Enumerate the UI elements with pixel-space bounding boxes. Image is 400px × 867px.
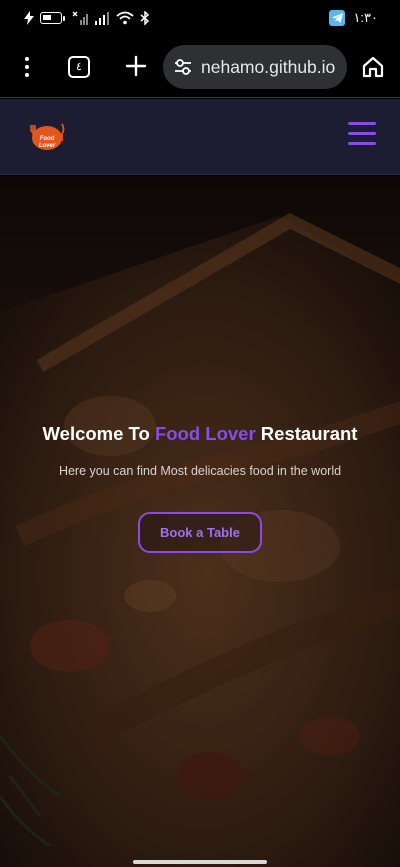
menu-dots-icon[interactable]: [14, 52, 40, 82]
browser-toolbar: ٤ nehamo.github.io: [0, 36, 400, 98]
logo[interactable]: Food Lover: [28, 119, 66, 153]
signal-icon: [94, 11, 110, 25]
url-text[interactable]: nehamo.github.io: [201, 57, 335, 78]
logo-text: Food Lover: [38, 136, 56, 149]
wifi-icon: [116, 11, 134, 25]
hamburger-menu-icon[interactable]: [348, 122, 378, 148]
book-table-button[interactable]: Book a Table: [138, 512, 262, 553]
battery-icon: [40, 12, 65, 24]
plus-icon[interactable]: [122, 52, 150, 80]
hero-title-prefix: Welcome To: [42, 423, 155, 444]
charging-icon: [24, 11, 34, 25]
tabs-count: ٤: [76, 61, 82, 73]
bluetooth-icon: [140, 11, 150, 25]
hero-title-accent: Food Lover: [154, 423, 256, 444]
status-right-icons: ١:٣٠: [329, 9, 378, 27]
no-signal-icon: [72, 11, 88, 25]
hero-subtitle: Here you can find Most delicacies food i…: [58, 464, 342, 478]
tune-icon[interactable]: [173, 57, 193, 77]
home-icon[interactable]: [360, 54, 386, 80]
gesture-home-indicator[interactable]: [133, 860, 267, 864]
status-bar: ١:٣٠: [0, 0, 400, 36]
telegram-icon: [329, 10, 346, 26]
hero-title: Welcome To Food Lover Restaurant: [0, 423, 400, 445]
hero-title-suffix: Restaurant: [255, 423, 358, 444]
site-header: Food Lover: [0, 99, 400, 175]
status-left-icons: [24, 9, 150, 27]
tabs-button[interactable]: ٤: [68, 56, 90, 78]
hero-section: Welcome To Food Lover Restaurant Here yo…: [0, 176, 400, 867]
status-time: ١:٣٠: [353, 10, 378, 25]
address-bar[interactable]: nehamo.github.io: [163, 45, 347, 89]
